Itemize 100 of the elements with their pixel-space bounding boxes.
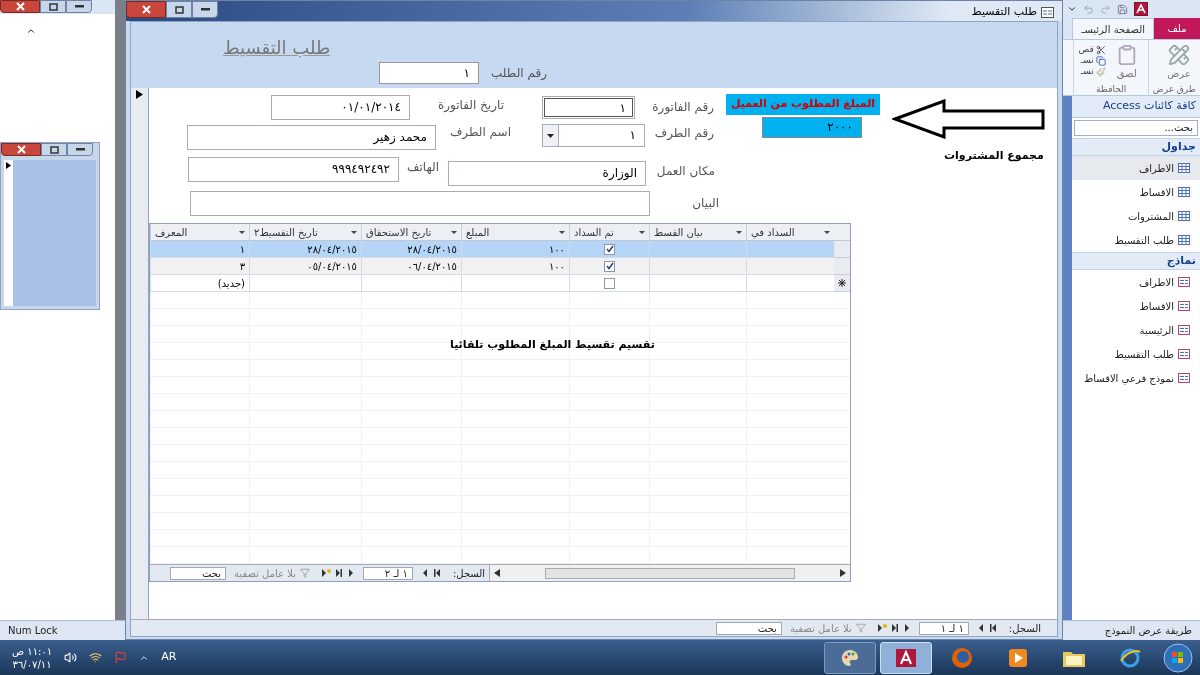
ribbon-small-button[interactable]: نسـ	[1078, 55, 1106, 66]
required-amount-field[interactable]: ٢٠٠٠	[762, 117, 862, 138]
auto-split-caption: تقسيم تقسيط المبلغ المطلوب تلقائيا	[450, 337, 655, 353]
combo-box[interactable]: ١	[542, 124, 645, 147]
column-header[interactable]: المبلغ	[461, 224, 569, 240]
nav-section-header[interactable]: جداول	[1072, 138, 1200, 156]
ribbon-tab[interactable]: ملف	[1154, 18, 1200, 39]
restore-button[interactable]	[41, 143, 67, 156]
table-cell-text: ١٠٠	[548, 242, 565, 257]
record-position-field[interactable]: ١ لـ ٢	[362, 566, 413, 580]
app-logo-icon	[1134, 2, 1148, 16]
record-label: السجل:	[1007, 621, 1042, 636]
nav-item[interactable]: المشتروات	[1072, 204, 1200, 228]
input-field[interactable]: ١	[542, 96, 635, 119]
column-header[interactable]: المعرف	[150, 224, 249, 240]
nav-item[interactable]: الاطراف	[1072, 156, 1200, 180]
close-button[interactable]	[126, 1, 166, 18]
start-button[interactable]	[1160, 640, 1196, 675]
close-button[interactable]	[0, 0, 40, 13]
table-row[interactable]: (جديد)	[150, 275, 850, 292]
restore-button[interactable]	[40, 0, 66, 13]
nav-section-header[interactable]: نماذج	[1072, 252, 1200, 270]
request-number-label: رقم الطلب	[490, 65, 547, 82]
language-indicator[interactable]: AR	[161, 649, 177, 666]
table-icon	[1178, 211, 1190, 221]
customize-toolbar-icon[interactable]	[1067, 4, 1077, 14]
horizontal-scrollbar[interactable]	[489, 565, 850, 581]
column-header[interactable]: بيان القسط	[649, 224, 746, 240]
clock-date[interactable]: ٣٦/٠٧/١١	[12, 657, 52, 671]
search-field[interactable]: بحث	[715, 621, 782, 635]
nav-item[interactable]: الاقساط	[1072, 180, 1200, 204]
ribbon-tab[interactable]: الصفحة الرئيسـ	[1072, 18, 1154, 39]
table-row[interactable]: ١٠٠ ٠٦/٠٤/٢٠١٥ ٠٥/٠٤/٢٠١٥ ٣	[150, 258, 850, 275]
collapse-ribbon-icon[interactable]	[26, 26, 36, 36]
nav-item[interactable]: طلب التقسيط	[1072, 228, 1200, 252]
minimize-button[interactable]	[66, 0, 92, 13]
scissors-icon	[1095, 44, 1106, 55]
checkbox[interactable]	[604, 277, 615, 289]
network-icon[interactable]	[89, 651, 103, 664]
table-cell-text: ٠٦/٠٤/٢٠١٥	[407, 259, 457, 274]
nav-pane-header[interactable]: كافة كائنات Access	[1072, 96, 1200, 118]
nav-search-field[interactable]: بحث...	[1074, 120, 1198, 136]
close-icon	[16, 145, 26, 154]
ribbon-button[interactable]: لصق	[1109, 44, 1144, 81]
nav-item[interactable]: الاطراف	[1072, 270, 1200, 294]
clock-time[interactable]: ١١:٠١ ص	[12, 644, 53, 658]
current-record-icon	[6, 162, 11, 169]
first-record-icon[interactable]	[432, 569, 441, 577]
input-field[interactable]	[190, 191, 650, 216]
input-field[interactable]: ٠١/٠١/٢٠١٤	[271, 95, 410, 120]
input-field[interactable]: ٩٩٩٤٩٢٤٩٢	[188, 157, 399, 182]
ribbon-small-button[interactable]: نسـ	[1078, 66, 1106, 77]
first-record-icon[interactable]	[988, 624, 997, 632]
nav-item[interactable]: الرئيسية	[1072, 318, 1200, 342]
ribbon-button[interactable]: عرض	[1162, 44, 1196, 81]
next-record-icon[interactable]	[346, 569, 355, 577]
current-record-icon	[136, 90, 143, 99]
input-field[interactable]: الوزارة	[448, 161, 646, 186]
last-record-icon[interactable]	[334, 569, 343, 577]
filter-off-icon	[299, 568, 310, 578]
next-record-icon[interactable]	[902, 624, 911, 632]
table-icon	[1178, 187, 1190, 197]
speaker-icon[interactable]	[64, 651, 78, 664]
new-record-icon[interactable]	[321, 569, 331, 577]
nav-item[interactable]: الاقساط	[1072, 294, 1200, 318]
column-header[interactable]: تاريخ التقسيط٢	[249, 224, 361, 240]
new-record-icon[interactable]	[877, 624, 887, 632]
nav-item[interactable]: طلب التقسيط	[1072, 342, 1200, 366]
restore-button[interactable]	[166, 1, 192, 18]
save-icon[interactable]	[1117, 3, 1128, 15]
last-record-icon[interactable]	[890, 624, 899, 632]
ribbon-small-button[interactable]: قص	[1078, 44, 1106, 55]
paint-taskbar-button[interactable]	[824, 641, 876, 674]
record-label: السجل:	[451, 566, 487, 581]
table-row[interactable]: ١٠٠ ٢٨/٠٤/٢٠١٥ ٢٨/٠٤/٢٠١٥ ١	[150, 241, 850, 258]
request-number-field[interactable]: ١	[379, 62, 479, 84]
database-app-icon	[895, 647, 917, 668]
input-field[interactable]: محمد زهير	[187, 125, 436, 150]
minimize-icon	[74, 5, 84, 8]
nav-item[interactable]: نموذج فرعي الاقساط	[1072, 366, 1200, 390]
access-taskbar-button[interactable]	[880, 641, 932, 674]
close-button[interactable]	[1, 143, 41, 156]
table-cell-text: ١	[239, 242, 245, 257]
sort-arrow-icon	[736, 230, 742, 234]
column-header[interactable]: تم السداد	[569, 224, 649, 240]
search-field[interactable]: بحث	[170, 566, 226, 580]
field-label: الهاتف	[406, 159, 439, 176]
minimize-button[interactable]	[192, 1, 218, 18]
copy-icon	[1095, 55, 1106, 66]
form-icon	[1178, 373, 1190, 383]
checkbox[interactable]	[604, 260, 615, 272]
close-icon	[141, 5, 151, 14]
record-position-field[interactable]: ١ لـ ١	[918, 621, 969, 635]
checkbox[interactable]	[604, 243, 615, 255]
column-header[interactable]: تاريخ الاستحقاق	[361, 224, 461, 240]
minimize-button[interactable]	[67, 143, 93, 156]
group-label: طرق عرض	[1152, 82, 1196, 96]
sort-arrow-icon	[351, 230, 357, 234]
table-cell-text: ٢٨/٠٤/٢٠١٥	[307, 242, 357, 257]
column-header[interactable]: السداد في	[746, 224, 834, 240]
